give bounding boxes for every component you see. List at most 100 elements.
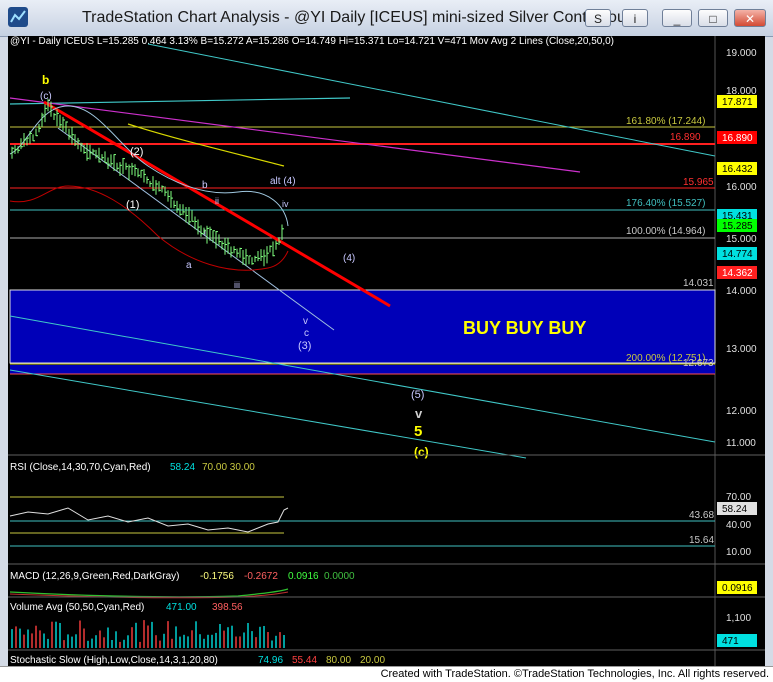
fib-label-14031: 14.031 xyxy=(683,278,714,289)
fib-label-176: 176.40% (15.527) xyxy=(626,198,706,209)
cyan-line-top xyxy=(9,97,351,105)
window-title: TradeStation Chart Analysis - @YI Daily … xyxy=(82,9,634,26)
buy-zone-lower xyxy=(10,365,715,374)
macd-header-name: MACD (12,26,9,Green,Red,DarkGray) xyxy=(10,571,180,582)
price-tick: 11.000 xyxy=(726,438,756,449)
stoch-high: 80.00 xyxy=(326,655,351,666)
rsi-panel[interactable]: RSI (Close,14,30,70,Cyan,Red) 58.24 70.0… xyxy=(8,454,765,558)
stoch-low: 20.00 xyxy=(360,655,385,666)
rsi-level-label: 43.68 xyxy=(689,510,714,521)
volume-bars xyxy=(11,620,285,648)
price-header: @YI - Daily ICEUS L=15.285 0.464 3.13% B… xyxy=(10,36,614,47)
rsi-level-label: 15.64 xyxy=(689,535,714,546)
buy-zone xyxy=(9,289,716,364)
price-tag: 14.362 xyxy=(717,266,757,279)
magenta-line xyxy=(9,97,581,173)
volume-value-tag: 471 xyxy=(717,634,757,647)
wave-label-iv: iv xyxy=(282,199,289,209)
wave-label-b-top: b xyxy=(42,73,49,87)
macd-value: -0.1756 xyxy=(200,571,234,582)
rsi-header-name: RSI (Close,14,30,70,Cyan,Red) xyxy=(10,462,151,473)
wave-label-c-top: (c) xyxy=(40,91,52,102)
fib-label-161: 161.80% (17.244) xyxy=(626,116,706,127)
wave-label-1: (1) xyxy=(126,199,139,211)
rsi-header-value: 58.24 xyxy=(170,462,195,473)
price-tag: 16.432 xyxy=(717,162,757,175)
bollinger-upper xyxy=(9,105,289,227)
stochastic-panel[interactable]: Stochastic Slow (High,Low,Close,14,3,1,2… xyxy=(8,649,765,666)
wave-label-v: v xyxy=(303,316,308,327)
price-panel[interactable]: @YI - Daily ICEUS L=15.285 0.464 3.13% B… xyxy=(9,36,757,459)
wave-label-alt4: alt (4) xyxy=(270,176,296,187)
app-icon xyxy=(8,7,28,27)
symbol-link-button[interactable]: S xyxy=(585,9,611,27)
wave-label-ii: ii xyxy=(215,196,219,206)
svg-text:14.362: 14.362 xyxy=(722,268,753,279)
wave-label-2: (2) xyxy=(130,146,143,158)
price-tick: 13.000 xyxy=(726,344,757,355)
price-tick: 15.000 xyxy=(726,234,757,245)
chart-canvas[interactable]: @YI - Daily ICEUS L=15.285 0.464 3.13% B… xyxy=(8,36,765,666)
price-tick: 14.000 xyxy=(726,286,757,297)
macd-diff: 0.0916 xyxy=(288,571,319,582)
svg-text:471: 471 xyxy=(722,636,739,647)
svg-text:14.774: 14.774 xyxy=(722,249,753,260)
rsi-value-tag: 58.24 xyxy=(717,502,757,515)
stoch-header-name: Stochastic Slow (High,Low,Close,14,3,1,2… xyxy=(10,655,218,666)
wave-label-c: c xyxy=(304,328,309,339)
volume-avg: 398.56 xyxy=(212,602,243,613)
title-bar[interactable]: TradeStation Chart Analysis - @YI Daily … xyxy=(0,0,773,37)
wave-label-4: (4) xyxy=(343,253,355,264)
svg-text:17.871: 17.871 xyxy=(722,97,753,108)
volume-value: 471.00 xyxy=(166,602,197,613)
macd-value-tag: 0.0916 xyxy=(717,581,757,594)
wave-label-iii: iii xyxy=(234,280,240,290)
volume-panel[interactable]: Volume Avg (50,50,Cyan,Red) 471.00 398.5… xyxy=(8,596,765,648)
svg-text:16.432: 16.432 xyxy=(722,164,753,175)
app-window: TradeStation Chart Analysis - @YI Daily … xyxy=(0,0,773,666)
price-tag: 16.890 xyxy=(717,131,757,144)
maximize-button[interactable]: □ xyxy=(698,9,728,27)
svg-text:58.24: 58.24 xyxy=(722,504,747,515)
fib-label-15965: 15.965 xyxy=(683,177,714,188)
lower-channel-line-2 xyxy=(9,369,527,459)
wave-label-a: a xyxy=(186,260,192,271)
price-bars xyxy=(11,98,284,267)
price-tag: 14.774 xyxy=(717,247,757,260)
fib-label-12673: 12.673 xyxy=(683,358,714,369)
wave-label-c-bottom: (c) xyxy=(414,445,429,459)
rsi-line xyxy=(9,507,289,533)
info-button[interactable]: i xyxy=(622,9,648,27)
wave-label-v-big: v xyxy=(415,406,423,421)
wave-label-5: 5 xyxy=(414,423,422,440)
rsi-tick: 40.00 xyxy=(726,520,751,531)
volume-header-name: Volume Avg (50,50,Cyan,Red) xyxy=(10,602,144,613)
minimize-button[interactable]: _ xyxy=(662,9,692,27)
price-tick: 19.000 xyxy=(726,48,757,59)
rsi-tick: 70.00 xyxy=(726,492,751,503)
copyright-text: Created with TradeStation. ©TradeStation… xyxy=(380,668,769,680)
wave-label-i: i xyxy=(204,228,206,238)
macd-zero: 0.0000 xyxy=(324,571,355,582)
macd-panel[interactable]: MACD (12,26,9,Green,Red,DarkGray) -0.175… xyxy=(8,563,765,599)
rsi-header-levels: 70.00 30.00 xyxy=(202,462,255,473)
wave-label-b-small: b xyxy=(202,180,208,191)
price-tick: 16.000 xyxy=(726,182,757,193)
price-tick: 12.000 xyxy=(726,406,757,417)
stoch-d: 55.44 xyxy=(292,655,317,666)
wave-label-5p: (5) xyxy=(411,389,424,401)
stoch-k: 74.96 xyxy=(258,655,283,666)
close-button[interactable]: ✕ xyxy=(734,9,766,27)
rsi-tick: 10.00 xyxy=(726,547,751,558)
wave-label-3: (3) xyxy=(298,340,311,352)
fib-label-100: 100.00% (14.964) xyxy=(626,226,706,237)
svg-text:16.890: 16.890 xyxy=(722,133,753,144)
buy-text: BUY BUY BUY xyxy=(463,318,586,338)
chart-area[interactable]: @YI - Daily ICEUS L=15.285 0.464 3.13% B… xyxy=(8,36,765,666)
volume-tick: 1,100 xyxy=(726,613,751,624)
price-tag: 17.871 xyxy=(717,95,757,108)
svg-text:0.0916: 0.0916 xyxy=(722,583,753,594)
macd-signal: -0.2672 xyxy=(244,571,278,582)
price-tag: 15.285 xyxy=(717,219,757,232)
fib-label-16890: 16.890 xyxy=(670,132,701,143)
